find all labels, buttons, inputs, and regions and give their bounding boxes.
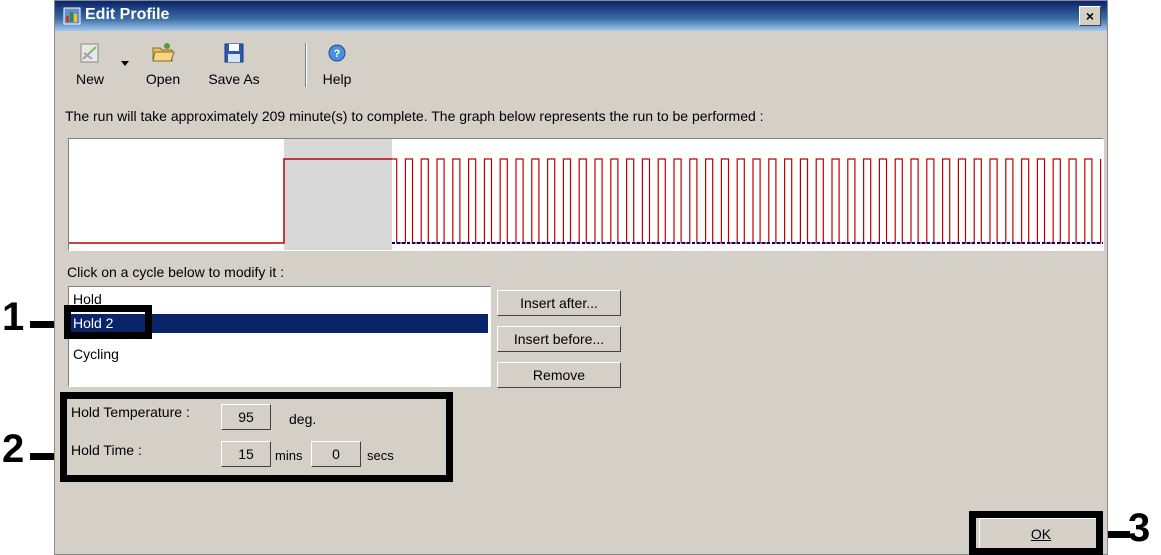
cycle-item-cycling[interactable]: Cycling bbox=[71, 345, 488, 364]
open-button[interactable]: Open bbox=[133, 37, 193, 93]
close-button[interactable]: × bbox=[1079, 6, 1101, 26]
new-button[interactable]: New bbox=[65, 37, 115, 93]
new-dropdown-button[interactable] bbox=[117, 37, 133, 93]
toolbar: New Open Save As ? Help bbox=[65, 37, 365, 95]
save-as-button[interactable]: Save As bbox=[199, 37, 269, 93]
profile-app-icon bbox=[63, 7, 81, 25]
run-profile-chart bbox=[69, 139, 1103, 250]
help-button-label: Help bbox=[322, 71, 352, 87]
selected-hold-2-highlight bbox=[284, 139, 392, 250]
window-title: Edit Profile bbox=[85, 6, 170, 23]
svg-text:?: ? bbox=[334, 48, 341, 60]
callout-number-1: 1 bbox=[2, 295, 25, 339]
callout-box-2 bbox=[60, 392, 453, 482]
run-profile-graph bbox=[68, 138, 1104, 251]
callout-number-3: 3 bbox=[1128, 506, 1151, 550]
insert-after-button[interactable]: Insert after... bbox=[497, 290, 621, 316]
new-button-label: New bbox=[75, 71, 104, 87]
run-duration-text: The run will take approximately 209 minu… bbox=[65, 108, 764, 124]
open-button-label: Open bbox=[145, 71, 181, 87]
toolbar-separator bbox=[305, 43, 307, 87]
cycling-segment-line bbox=[392, 158, 1102, 244]
callout-box-3 bbox=[969, 511, 1103, 555]
save-as-button-label: Save As bbox=[208, 71, 260, 87]
title-bar[interactable]: Edit Profile × bbox=[55, 1, 1107, 31]
new-profile-icon bbox=[80, 43, 99, 63]
folder-icon bbox=[152, 43, 175, 62]
floppy-disk-icon bbox=[224, 43, 244, 63]
callout-number-2: 2 bbox=[2, 427, 25, 471]
callout-box-1 bbox=[64, 305, 152, 339]
remove-button[interactable]: Remove bbox=[497, 362, 621, 388]
cycle-list-prompt: Click on a cycle below to modify it : bbox=[67, 264, 285, 280]
insert-before-button[interactable]: Insert before... bbox=[497, 326, 621, 352]
help-icon: ? bbox=[328, 44, 346, 62]
help-button[interactable]: ? Help bbox=[315, 37, 359, 93]
